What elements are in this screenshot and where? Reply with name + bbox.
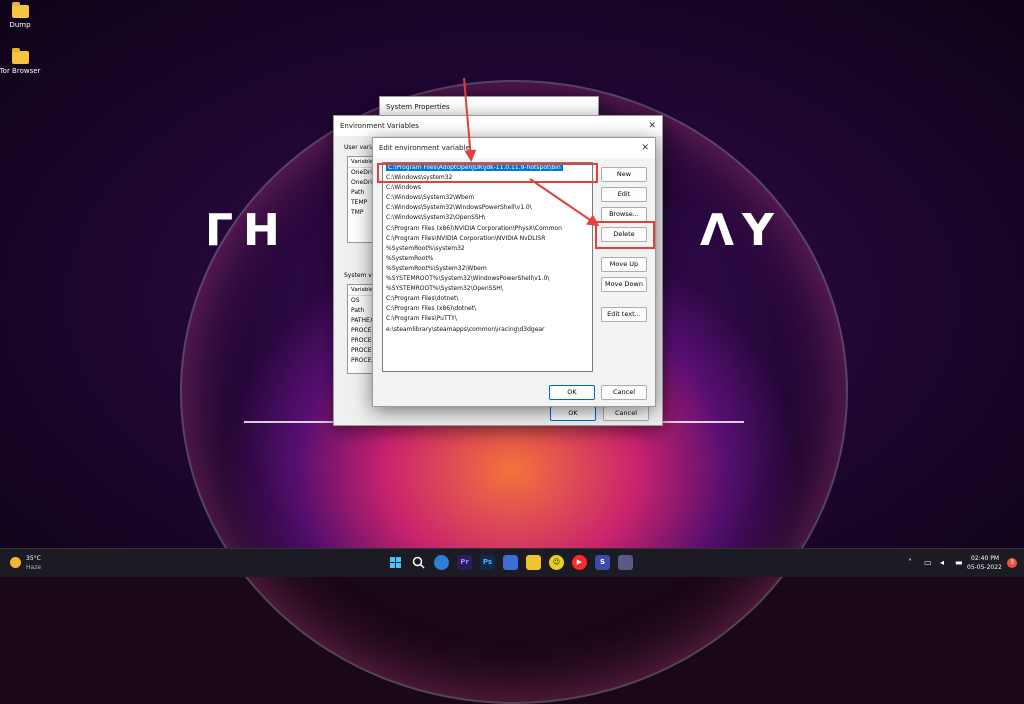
- start-icon[interactable]: [388, 555, 403, 570]
- file-explorer-icon[interactable]: [526, 555, 541, 570]
- weather-icon[interactable]: [10, 557, 21, 568]
- volume-icon[interactable]: ◂: [940, 558, 944, 567]
- search-icon[interactable]: [411, 555, 426, 570]
- annotation-arrows: [463, 77, 600, 227]
- premiere-icon[interactable]: Pr: [457, 555, 472, 570]
- clock-date[interactable]: 05-05-2022: [967, 564, 1002, 571]
- weather-desc: Haze: [26, 564, 42, 571]
- notification-badge[interactable]: 3: [1007, 558, 1017, 568]
- snagit-icon[interactable]: S: [595, 555, 610, 570]
- chevron-up-icon[interactable]: ˄: [908, 558, 912, 567]
- annotation-arrow-down: [463, 77, 477, 162]
- photoshop-icon[interactable]: Ps: [480, 555, 495, 570]
- weather-temp: 35°C: [26, 555, 41, 562]
- annotation-arrow-delete: [529, 178, 600, 227]
- clock-time[interactable]: 02:40 PM: [971, 555, 999, 562]
- settings-app-icon[interactable]: [618, 555, 633, 570]
- edge-icon[interactable]: [434, 555, 449, 570]
- taskbar: 35°C Haze Pr Ps ☺ ▶ S ˄ ▭ ◂ ▬ 02:40 PM 0…: [0, 548, 1024, 577]
- battery-icon[interactable]: ▬: [955, 558, 963, 567]
- store-icon[interactable]: [503, 555, 518, 570]
- network-icon[interactable]: ▭: [924, 558, 932, 567]
- youtube-icon[interactable]: ▶: [572, 555, 587, 570]
- emoji-app-icon[interactable]: ☺: [549, 555, 564, 570]
